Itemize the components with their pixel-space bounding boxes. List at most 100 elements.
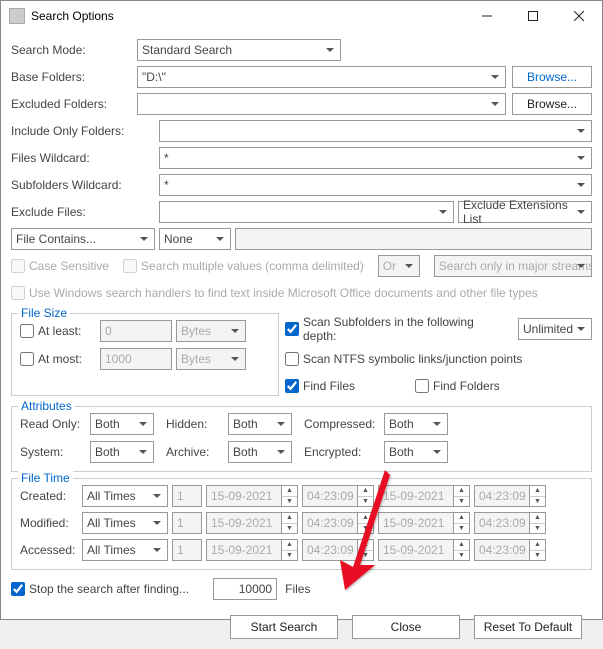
created-date1[interactable]: 15-09-2021 [206, 485, 282, 507]
accessed-label: Accessed: [20, 543, 82, 557]
archive-label: Archive: [166, 445, 228, 459]
maximize-button[interactable] [510, 1, 556, 31]
find-folders-check[interactable] [415, 379, 429, 393]
file-contains-text[interactable] [235, 228, 592, 250]
none-select[interactable]: None [159, 228, 231, 250]
created-time1[interactable]: 04:23:09 [302, 485, 358, 507]
scan-ntfs-check[interactable] [285, 352, 299, 366]
stop-search-check[interactable] [11, 582, 25, 596]
created-label: Created: [20, 489, 82, 503]
accessed-date2-spin[interactable]: ▲▼ [454, 539, 470, 561]
search-multiple-check[interactable] [123, 259, 137, 273]
exclude-ext-select[interactable]: Exclude Extensions List [458, 201, 592, 223]
accessed-date2[interactable]: 15-09-2021 [378, 539, 454, 561]
compressed-label: Compressed: [304, 417, 384, 431]
search-multiple-label: Search multiple values (comma delimited) [141, 259, 364, 273]
at-most-value[interactable]: 1000 [100, 348, 172, 370]
files-label: Files [285, 582, 310, 596]
stop-search-label: Stop the search after finding... [29, 582, 189, 596]
reset-button[interactable]: Reset To Default [474, 615, 582, 639]
exclude-files-input[interactable] [159, 201, 454, 223]
modified-time2-spin[interactable]: ▲▼ [530, 512, 546, 534]
modified-time2[interactable]: 04:23:09 [474, 512, 530, 534]
app-icon [9, 8, 25, 24]
file-contains-select[interactable]: File Contains... [11, 228, 155, 250]
accessed-date1-spin[interactable]: ▲▼ [282, 539, 298, 561]
accessed-range[interactable]: All Times [82, 539, 168, 561]
created-n[interactable]: 1 [172, 485, 202, 507]
created-time1-spin[interactable]: ▲▼ [358, 485, 374, 507]
close-button[interactable] [556, 1, 602, 31]
system-select[interactable]: Both [90, 441, 154, 463]
encrypted-select[interactable]: Both [384, 441, 448, 463]
start-search-button[interactable]: Start Search [230, 615, 338, 639]
system-label: System: [20, 445, 90, 459]
modified-n[interactable]: 1 [172, 512, 202, 534]
accessed-time1-spin[interactable]: ▲▼ [358, 539, 374, 561]
scan-subfolders-label: Scan Subfolders in the following depth: [303, 315, 510, 343]
at-least-unit[interactable]: Bytes [176, 320, 246, 342]
browse-excluded-button[interactable]: Browse... [512, 93, 592, 115]
include-only-input[interactable] [159, 120, 592, 142]
at-least-value[interactable]: 0 [100, 320, 172, 342]
exclude-files-label: Exclude Files: [11, 205, 159, 219]
depth-select[interactable]: Unlimited [518, 318, 592, 340]
at-least-check[interactable] [20, 324, 34, 338]
created-date2-spin[interactable]: ▲▼ [454, 485, 470, 507]
subfolders-wildcard-label: Subfolders Wildcard: [11, 178, 159, 192]
created-date2[interactable]: 15-09-2021 [378, 485, 454, 507]
modified-time1-spin[interactable]: ▲▼ [358, 512, 374, 534]
browse-base-button[interactable]: Browse... [512, 66, 592, 88]
hidden-select[interactable]: Both [228, 413, 292, 435]
scan-subfolders-check[interactable] [285, 322, 299, 336]
window-title: Search Options [31, 9, 464, 23]
modified-range[interactable]: All Times [82, 512, 168, 534]
search-mode-label: Search Mode: [11, 43, 137, 57]
include-only-label: Include Only Folders: [11, 124, 159, 138]
file-time-legend: File Time [18, 471, 73, 485]
modified-time1[interactable]: 04:23:09 [302, 512, 358, 534]
accessed-date1[interactable]: 15-09-2021 [206, 539, 282, 561]
at-most-label: At most: [38, 352, 82, 366]
created-date1-spin[interactable]: ▲▼ [282, 485, 298, 507]
readonly-select[interactable]: Both [90, 413, 154, 435]
find-files-check[interactable] [285, 379, 299, 393]
at-least-label: At least: [38, 324, 81, 338]
or-select[interactable]: Or [378, 255, 420, 277]
use-windows-check[interactable] [11, 286, 25, 300]
subfolders-wildcard-input[interactable]: * [159, 174, 592, 196]
compressed-select[interactable]: Both [384, 413, 448, 435]
minimize-button[interactable] [464, 1, 510, 31]
files-wildcard-input[interactable]: * [159, 147, 592, 169]
at-most-check[interactable] [20, 352, 34, 366]
case-sensitive-check[interactable] [11, 259, 25, 273]
excluded-folders-input[interactable] [137, 93, 506, 115]
base-folders-input[interactable]: "D:\" [137, 66, 506, 88]
modified-date1[interactable]: 15-09-2021 [206, 512, 282, 534]
accessed-time2[interactable]: 04:23:09 [474, 539, 530, 561]
close-dialog-button[interactable]: Close [352, 615, 460, 639]
accessed-time1[interactable]: 04:23:09 [302, 539, 358, 561]
search-major-select[interactable]: Search only in major streams [434, 255, 592, 277]
encrypted-label: Encrypted: [304, 445, 384, 459]
hidden-label: Hidden: [166, 417, 228, 431]
at-most-unit[interactable]: Bytes [176, 348, 246, 370]
modified-date2[interactable]: 15-09-2021 [378, 512, 454, 534]
case-sensitive-label: Case Sensitive [29, 259, 109, 273]
search-mode-select[interactable]: Standard Search [137, 39, 341, 61]
files-wildcard-label: Files Wildcard: [11, 151, 159, 165]
accessed-time2-spin[interactable]: ▲▼ [530, 539, 546, 561]
readonly-label: Read Only: [20, 417, 90, 431]
accessed-n[interactable]: 1 [172, 539, 202, 561]
file-size-legend: File Size [18, 306, 70, 320]
created-range[interactable]: All Times [82, 485, 168, 507]
created-time2-spin[interactable]: ▲▼ [530, 485, 546, 507]
created-time2[interactable]: 04:23:09 [474, 485, 530, 507]
find-files-label: Find Files [303, 379, 355, 393]
stop-count-input[interactable]: 10000 [213, 578, 277, 600]
modified-date1-spin[interactable]: ▲▼ [282, 512, 298, 534]
base-folders-label: Base Folders: [11, 70, 137, 84]
excluded-folders-label: Excluded Folders: [11, 97, 137, 111]
modified-date2-spin[interactable]: ▲▼ [454, 512, 470, 534]
archive-select[interactable]: Both [228, 441, 292, 463]
